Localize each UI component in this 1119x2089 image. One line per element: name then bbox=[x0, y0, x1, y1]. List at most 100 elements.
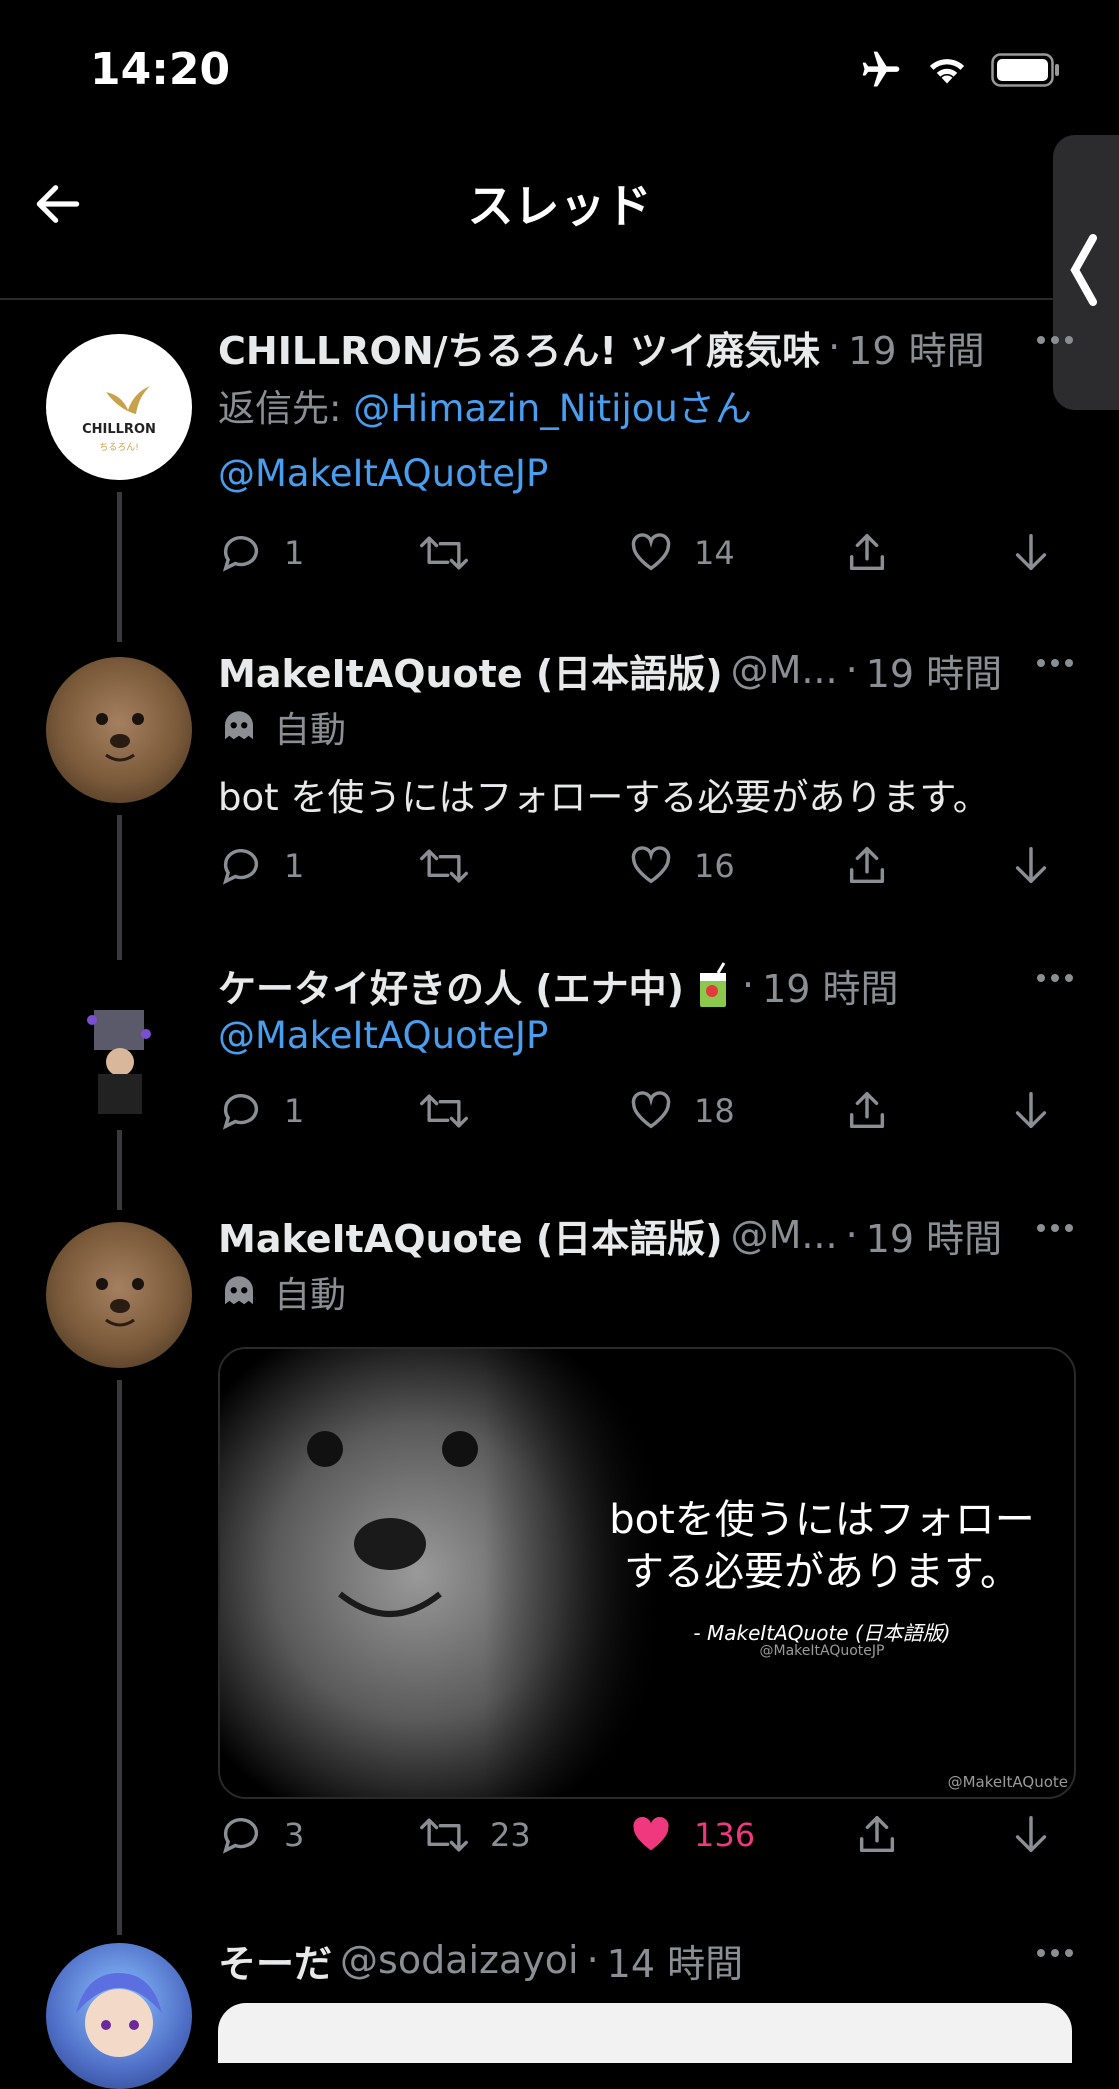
mention-link[interactable]: @MakeItAQuoteJP bbox=[218, 1014, 548, 1057]
media-preview[interactable] bbox=[218, 2003, 1072, 2063]
share-button[interactable] bbox=[854, 1812, 900, 1858]
download-button[interactable] bbox=[1008, 843, 1054, 889]
display-name[interactable]: そーだ bbox=[218, 1933, 332, 1988]
avatar-logo-text: CHILLRON bbox=[82, 422, 156, 437]
timestamp[interactable]: 19 時間 bbox=[866, 643, 1002, 698]
reply-count: 1 bbox=[284, 847, 305, 885]
download-button[interactable] bbox=[1008, 1812, 1054, 1858]
retweet-button[interactable] bbox=[418, 843, 490, 889]
retweet-button[interactable]: 23 bbox=[418, 1812, 531, 1858]
share-button[interactable] bbox=[844, 1088, 890, 1134]
reply-context: 返信先: @Himazin_Nitijouさん bbox=[218, 378, 1079, 432]
bot-icon bbox=[225, 1276, 253, 1305]
tweet-header: CHILLRON/ちるろん! ツイ廃気味 · 19 時間 bbox=[218, 320, 1079, 375]
reply-suffix: さん bbox=[677, 387, 752, 430]
tweet-actions: 3 23 136 bbox=[218, 1812, 1079, 1872]
like-button[interactable]: 16 bbox=[628, 843, 735, 889]
status-icons bbox=[859, 48, 1061, 92]
arrow-down-icon bbox=[1015, 847, 1047, 884]
retweet-button[interactable] bbox=[418, 1088, 490, 1134]
avatar[interactable] bbox=[46, 1943, 192, 2089]
timestamp[interactable]: 19 時間 bbox=[762, 958, 898, 1013]
share-icon bbox=[849, 534, 885, 571]
tweet-text: @MakeItAQuoteJP bbox=[218, 452, 1079, 495]
retweet-icon bbox=[420, 1094, 468, 1128]
display-name[interactable]: MakeItAQuote (日本語版) bbox=[218, 643, 723, 698]
arrow-down-icon bbox=[1015, 1092, 1047, 1129]
retweet-count: 23 bbox=[490, 1816, 531, 1854]
like-count: 18 bbox=[694, 1092, 735, 1130]
share-button[interactable] bbox=[844, 843, 890, 889]
tweet-header: MakeItAQuote (日本語版) @M... · 19 時間 bbox=[218, 643, 1079, 698]
thread-line bbox=[117, 815, 122, 960]
nav-header: スレッド bbox=[0, 140, 1119, 300]
timestamp[interactable]: 19 時間 bbox=[866, 1208, 1002, 1263]
reply-button[interactable]: 3 bbox=[218, 1812, 304, 1858]
user-handle: @M... bbox=[730, 1213, 838, 1257]
reply-button[interactable]: 1 bbox=[218, 843, 304, 889]
reply-to-link[interactable]: @Himazin_Nitijou bbox=[353, 387, 678, 430]
tweet-actions: 1 16 bbox=[218, 843, 1079, 903]
like-button[interactable]: 18 bbox=[628, 1088, 735, 1134]
wifi-icon bbox=[929, 59, 965, 84]
display-name[interactable]: ケータイ好きの人 (エナ中) bbox=[218, 958, 684, 1013]
like-button[interactable]: 14 bbox=[628, 530, 735, 576]
reply-button[interactable]: 1 bbox=[218, 530, 304, 576]
tweet-text: @MakeItAQuoteJP bbox=[218, 1014, 1079, 1057]
share-button[interactable] bbox=[844, 530, 890, 576]
bird-logo-icon bbox=[106, 386, 150, 414]
timestamp[interactable]: 19 時間 bbox=[848, 320, 984, 375]
quote-attribution: - MakeItAQuote (日本語版) bbox=[693, 1621, 951, 1645]
more-icon[interactable] bbox=[1035, 657, 1075, 669]
more-icon[interactable] bbox=[1035, 972, 1075, 984]
automated-label: 自動 bbox=[218, 701, 1079, 753]
retweet-icon bbox=[420, 536, 468, 570]
separator: · bbox=[828, 325, 841, 369]
reply-count: 1 bbox=[284, 534, 305, 572]
bot-icon bbox=[225, 711, 253, 740]
heart-filled-icon bbox=[633, 1816, 669, 1851]
avatar[interactable] bbox=[46, 657, 192, 803]
thread-line bbox=[117, 1380, 122, 1935]
battery-icon bbox=[991, 53, 1059, 87]
tweet-header: そーだ @sodaizayoi · 14 時間 bbox=[218, 1933, 1079, 1988]
reply-icon bbox=[222, 849, 259, 885]
more-icon[interactable] bbox=[1035, 1947, 1075, 1959]
mention-link[interactable]: @MakeItAQuoteJP bbox=[218, 452, 548, 495]
display-name[interactable]: CHILLRON/ちるろん! ツイ廃気味 bbox=[218, 320, 820, 375]
download-button[interactable] bbox=[1008, 530, 1054, 576]
status-bar: 14:20 bbox=[0, 0, 1119, 140]
avatar[interactable] bbox=[46, 1222, 192, 1368]
quokka-face-icon bbox=[96, 713, 144, 762]
separator: · bbox=[845, 648, 858, 692]
quote-image[interactable]: botを使うにはフォローする必要があります。 - MakeItAQuote (日… bbox=[218, 1347, 1076, 1799]
character-avatar-icon bbox=[87, 1010, 151, 1114]
avatar[interactable]: CHILLRON ちるろん! bbox=[46, 334, 192, 480]
tweet-body: MakeItAQuote (日本語版) @M... · 19 時間 自動 bot… bbox=[218, 645, 1079, 821]
more-icon[interactable] bbox=[1035, 1222, 1075, 1234]
tweet-body: そーだ @sodaizayoi · 14 時間 bbox=[218, 1933, 1079, 1988]
automated-label: 自動 bbox=[218, 1266, 1079, 1318]
timestamp[interactable]: 14 時間 bbox=[607, 1933, 743, 1988]
retweet-icon bbox=[420, 1818, 468, 1852]
display-name[interactable]: MakeItAQuote (日本語版) bbox=[218, 1208, 723, 1263]
user-handle: @sodaizayoi bbox=[340, 1938, 579, 1982]
like-count: 14 bbox=[694, 534, 735, 572]
separator: · bbox=[741, 963, 755, 1007]
tweet-text: bot を使うにはフォローする必要があります。 bbox=[218, 776, 990, 819]
automated-text: 自動 bbox=[274, 1275, 347, 1316]
reply-button[interactable]: 1 bbox=[218, 1088, 304, 1134]
retweet-icon bbox=[420, 849, 468, 883]
arrow-down-icon bbox=[1015, 534, 1047, 571]
arrow-down-icon bbox=[1015, 1816, 1047, 1853]
thread-line bbox=[117, 492, 122, 642]
share-icon bbox=[849, 1092, 885, 1129]
download-button[interactable] bbox=[1008, 1088, 1054, 1134]
avatar[interactable] bbox=[80, 1000, 160, 1120]
automated-text: 自動 bbox=[274, 710, 347, 751]
separator: · bbox=[586, 1938, 599, 1982]
tweet-body: CHILLRON/ちるろん! ツイ廃気味 · 19 時間 返信先: @Himaz… bbox=[218, 322, 1079, 495]
retweet-button[interactable] bbox=[418, 530, 490, 576]
more-icon[interactable] bbox=[1035, 334, 1075, 346]
like-button[interactable]: 136 bbox=[628, 1812, 755, 1858]
